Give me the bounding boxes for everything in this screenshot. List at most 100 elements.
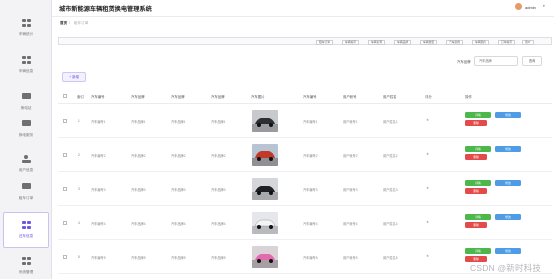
- sidebar-item-label: 系统管理: [18, 270, 34, 274]
- view-button[interactable]: 详情: [465, 146, 491, 152]
- sidebar-item-swap-service[interactable]: 换电服务: [3, 111, 49, 147]
- col-header: 汽车编号: [91, 95, 105, 99]
- sidebar-item-vehicle-info[interactable]: 车辆信息: [3, 47, 49, 83]
- rating-icon: ★: [426, 220, 430, 224]
- grid-icon: [21, 257, 31, 265]
- cell-car-brand: 汽车品牌5: [131, 256, 146, 260]
- cell-user-account: 用户帐号3: [343, 188, 358, 192]
- delete-button[interactable]: 删除: [465, 222, 487, 228]
- cell-user-name: 用户姓名4: [383, 222, 398, 226]
- sidebar-item-system[interactable]: 系统管理: [3, 248, 49, 279]
- cell-car-brand: 汽车品牌4: [131, 222, 146, 226]
- grid-icon: [21, 19, 31, 27]
- table-header: 索引 汽车编号 汽车品牌 汽车品牌 汽车品牌 汽车图片 汽车编号 用户帐号 用户…: [58, 88, 552, 104]
- user-name[interactable]: admin: [525, 5, 536, 10]
- edit-button[interactable]: 修改: [495, 248, 521, 254]
- col-header: 操作: [465, 95, 472, 99]
- rating-icon: ★: [426, 152, 430, 156]
- row-checkbox[interactable]: [63, 153, 67, 157]
- search-input[interactable]: [474, 56, 518, 66]
- cell-car-brand: 汽车品牌1: [211, 120, 226, 124]
- filter-chip[interactable]: 车辆名称: [368, 39, 386, 45]
- edit-button[interactable]: 修改: [495, 146, 521, 152]
- table-row: 3 汽车编号3 汽车品牌3 汽车品牌3 汽车品牌3 汽车编号3 用户帐号3 用户…: [58, 172, 552, 206]
- sidebar-item-label: 租车订单: [18, 196, 34, 200]
- cell-user-account: 用户帐号5: [343, 256, 358, 260]
- col-header: 用户帐号: [343, 95, 357, 99]
- col-header: 汽车品牌: [171, 95, 185, 99]
- cell-index: 5: [78, 255, 80, 259]
- grid-icon: [21, 56, 31, 64]
- app-window: 车辆统计 车辆信息 换电站 换电服务 用户信息 租车订单 还车信息 系统管理 城…: [0, 0, 554, 279]
- col-header: 汽车品牌: [131, 95, 145, 99]
- car-image: [252, 110, 278, 132]
- filter-chip[interactable]: 车辆类型: [420, 39, 438, 45]
- cell-car-number: 汽车编号3: [303, 188, 318, 192]
- breadcrumb-separator: /: [69, 21, 70, 25]
- col-header: 汽车图片: [251, 95, 265, 99]
- chevron-down-icon[interactable]: ▾: [543, 4, 545, 8]
- cell-user-name: 用户姓名5: [383, 256, 398, 260]
- filter-chip[interactable]: 订单编号: [498, 39, 516, 45]
- monitor-icon: [21, 120, 31, 128]
- cell-index: 3: [78, 187, 80, 191]
- sidebar-item-rental-orders[interactable]: 租车订单: [3, 174, 49, 210]
- cell-car-brand: 汽车品牌4: [171, 222, 186, 226]
- car-image: [252, 144, 278, 166]
- cell-user-name: 用户姓名2: [383, 154, 398, 158]
- sidebar-item-label: 还车信息: [18, 234, 34, 238]
- delete-button[interactable]: 删除: [465, 120, 487, 126]
- row-checkbox[interactable]: [63, 221, 67, 225]
- col-header: 评分: [425, 95, 432, 99]
- monitor-icon: [21, 183, 31, 191]
- rating-icon: ★: [426, 186, 430, 190]
- col-header: 汽车品牌: [211, 95, 225, 99]
- cell-car-number: 汽车编号3: [91, 188, 106, 192]
- cell-car-number: 汽车编号4: [91, 222, 106, 226]
- app-title: 城市新能源车辆租赁换电管理系统: [59, 6, 152, 13]
- car-image: [252, 246, 278, 268]
- avatar[interactable]: [515, 3, 522, 10]
- select-all-checkbox[interactable]: [63, 94, 67, 98]
- breadcrumb-home[interactable]: 首页: [60, 21, 67, 26]
- car-image: [252, 212, 278, 234]
- delete-button[interactable]: 删除: [465, 154, 487, 160]
- rating-icon: ★: [426, 118, 430, 122]
- edit-button[interactable]: 修改: [495, 180, 521, 186]
- sidebar-item-return-info[interactable]: 还车信息: [3, 212, 49, 248]
- filter-chip[interactable]: 车辆图片: [472, 39, 490, 45]
- cell-car-number: 汽车编号4: [303, 222, 318, 226]
- cell-user-name: 用户姓名3: [383, 188, 398, 192]
- table-row: 2 汽车编号2 汽车品牌2 汽车品牌2 汽车品牌2 汽车编号2 用户帐号2 用户…: [58, 138, 552, 172]
- row-checkbox[interactable]: [63, 187, 67, 191]
- cell-index: 1: [78, 119, 80, 123]
- cell-car-brand: 汽车品牌2: [211, 154, 226, 158]
- cell-car-brand: 汽车品牌3: [211, 188, 226, 192]
- sidebar-item-vehicle-stats[interactable]: 车辆统计: [3, 10, 49, 46]
- cell-user-name: 用户姓名1: [383, 120, 398, 124]
- cell-car-brand: 汽车品牌3: [171, 188, 186, 192]
- filter-chip[interactable]: 车辆编号: [342, 39, 360, 45]
- view-button[interactable]: 详情: [465, 248, 491, 254]
- filter-chip[interactable]: 用户: [522, 39, 534, 45]
- cell-car-brand: 汽车品牌4: [211, 222, 226, 226]
- filter-chip[interactable]: 车辆品牌: [394, 39, 412, 45]
- cell-index: 4: [78, 221, 80, 225]
- breadcrumb-current: 租车订单: [74, 21, 89, 25]
- edit-button[interactable]: 修改: [495, 214, 521, 220]
- sidebar: 车辆统计 车辆信息 换电站 换电服务 用户信息 租车订单 还车信息 系统管理: [0, 0, 52, 279]
- edit-button[interactable]: 修改: [495, 112, 521, 118]
- top-header: 城市新能源车辆租赁换电管理系统 admin ▾: [52, 0, 554, 17]
- delete-button[interactable]: 删除: [465, 188, 487, 194]
- view-button[interactable]: 详情: [465, 112, 491, 118]
- filter-chip[interactable]: 汽车颜色: [446, 39, 464, 45]
- filter-chip[interactable]: 租车订单: [316, 39, 334, 45]
- row-checkbox[interactable]: [63, 255, 67, 259]
- add-button[interactable]: + 新增: [62, 72, 86, 82]
- view-button[interactable]: 详情: [465, 180, 491, 186]
- cell-user-account: 用户帐号2: [343, 154, 358, 158]
- search-button[interactable]: 查询: [522, 56, 542, 66]
- view-button[interactable]: 详情: [465, 214, 491, 220]
- cell-user-account: 用户帐号4: [343, 222, 358, 226]
- row-checkbox[interactable]: [63, 119, 67, 123]
